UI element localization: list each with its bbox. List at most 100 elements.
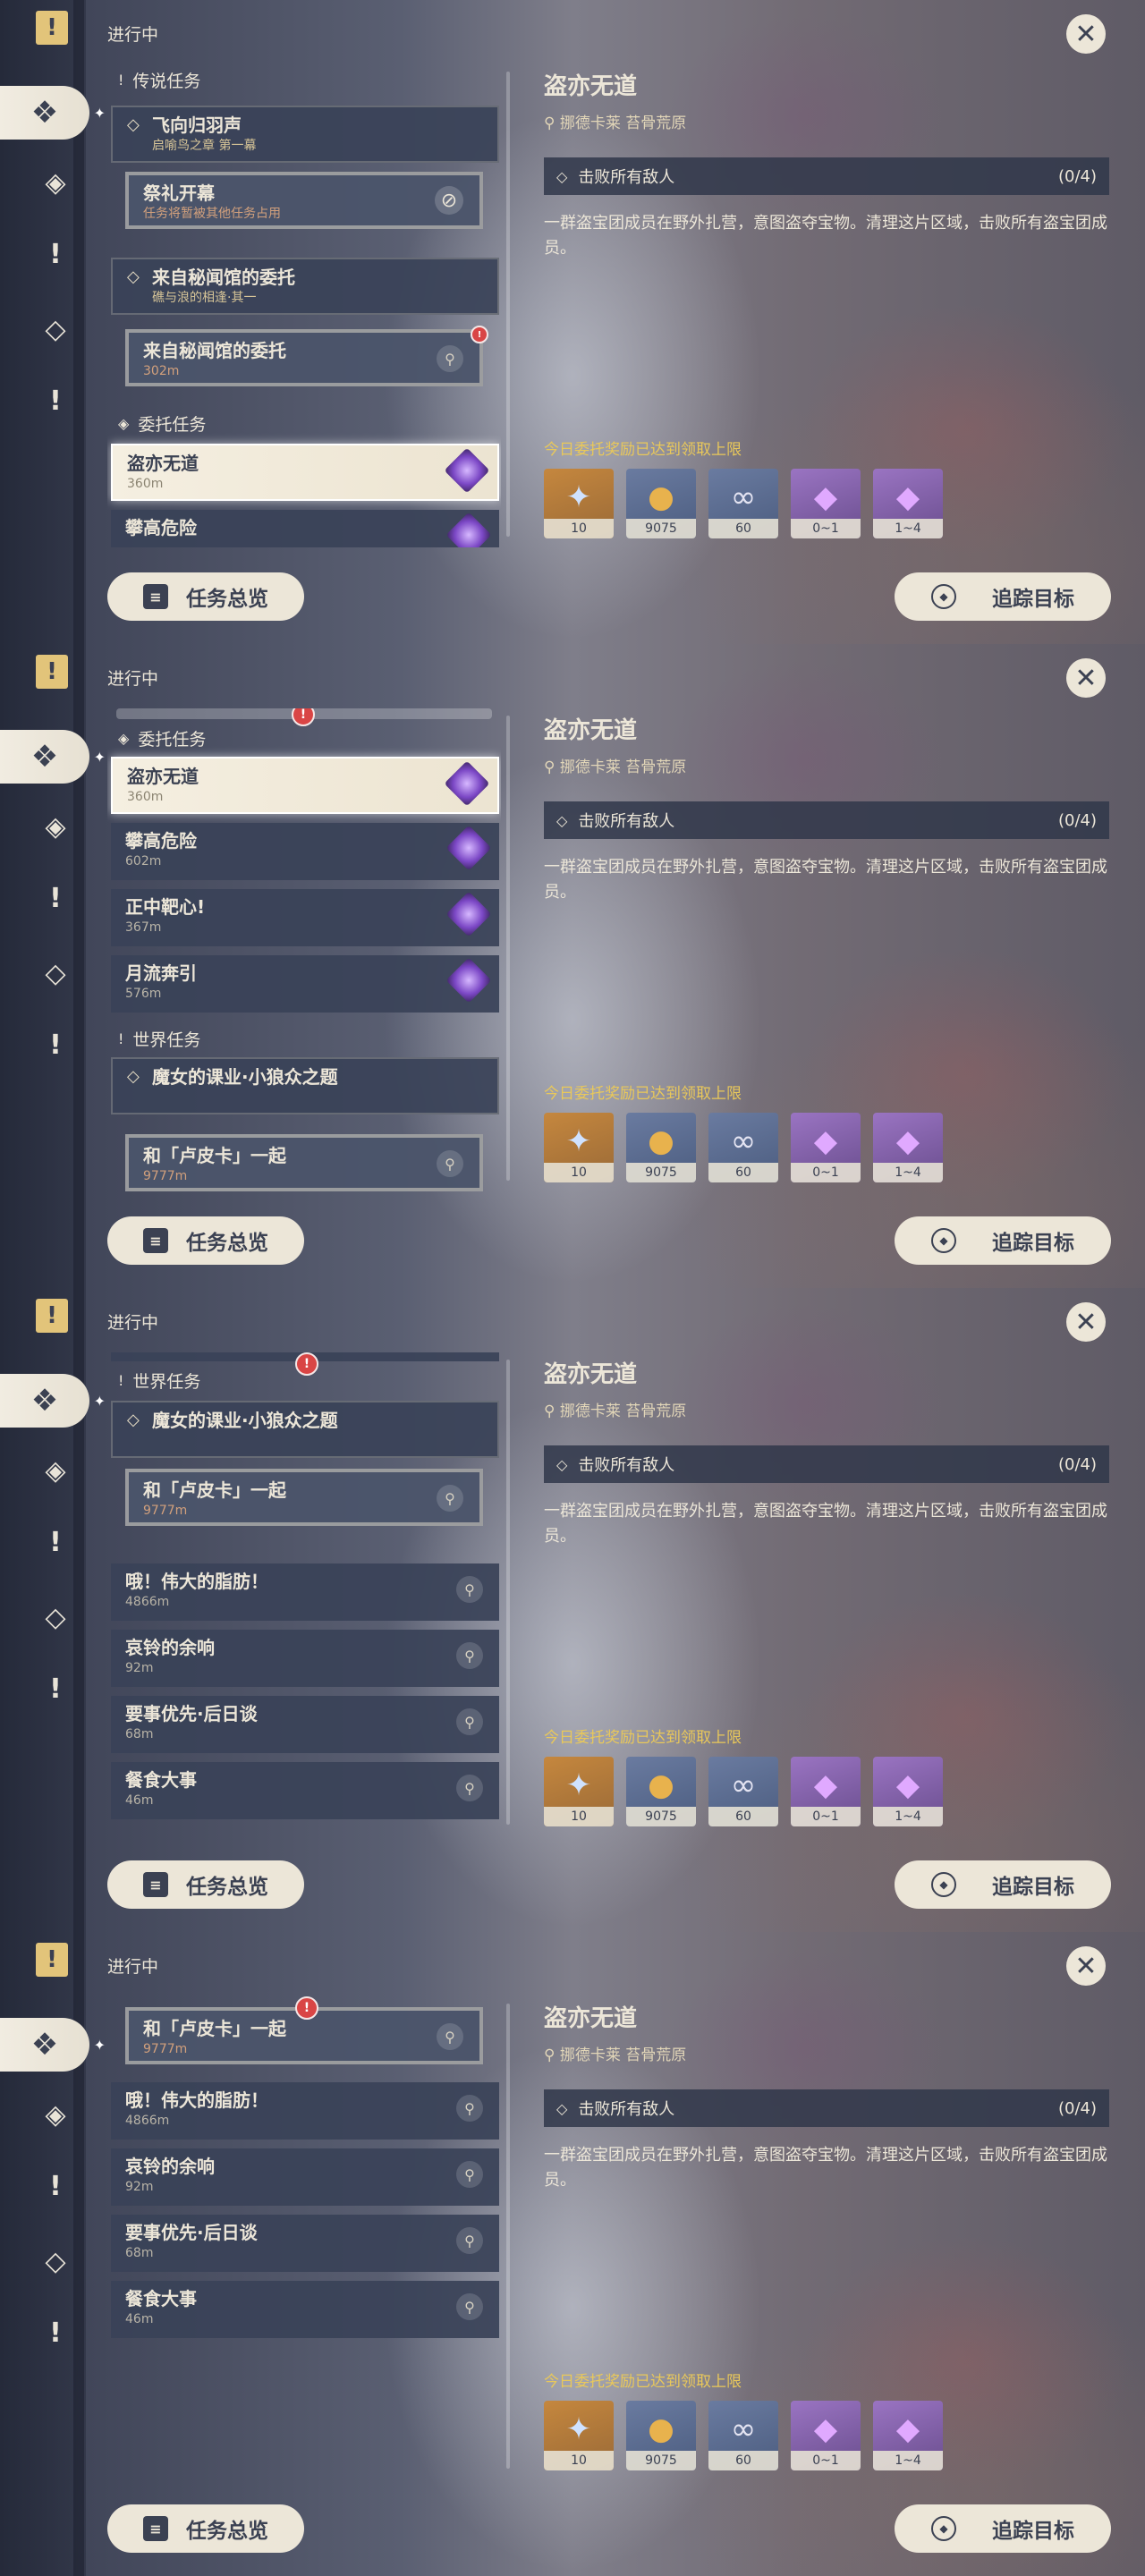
location-pin-icon: ⚲ bbox=[456, 2293, 483, 2320]
tab-world-quests[interactable]: ! bbox=[36, 381, 75, 420]
tab-all-quests[interactable]: ❖ ✦ bbox=[0, 1374, 106, 1428]
tab-story-quests[interactable]: ! bbox=[36, 2166, 75, 2206]
close-icon[interactable]: ✕ bbox=[1066, 1946, 1106, 1986]
quest-item-selected[interactable]: 盗亦无道 360m bbox=[111, 757, 499, 814]
scrollbar[interactable] bbox=[506, 72, 510, 537]
reward-adventure-exp[interactable]: ✦ 10 bbox=[544, 469, 614, 538]
quest-list[interactable]: ! ◈ 委托任务 盗亦无道 360m 攀高危险 602m 正中靶心! 367m 月流奔引… bbox=[107, 708, 501, 1191]
tab-archon-quests[interactable]: ◈ bbox=[36, 1451, 75, 1490]
commission-icon: ◈ bbox=[118, 730, 130, 747]
tab-commission-quests[interactable]: ◇ bbox=[36, 309, 75, 349]
reward-friendship[interactable]: ∞ 60 bbox=[708, 469, 778, 538]
quest-subitem[interactable]: 祭礼开幕 任务将暂被其他任务占用 ⊘ bbox=[125, 172, 483, 229]
tab-story-quests[interactable]: ! bbox=[36, 234, 75, 274]
tab-all-quests[interactable]: ❖ ✦ bbox=[0, 86, 106, 140]
tab-archon-quests[interactable]: ◈ bbox=[36, 807, 75, 846]
reward-mora[interactable]: ● 9075 bbox=[626, 2401, 696, 2470]
quest-item[interactable]: 要事优先·后日谈 68m ⚲ bbox=[111, 1696, 499, 1753]
scrollbar[interactable] bbox=[506, 1360, 510, 1825]
quest-overview-button[interactable]: ≡ 任务总览 bbox=[107, 2504, 304, 2553]
tab-all-quests[interactable]: ❖ ✦ bbox=[0, 2018, 106, 2072]
quest-item[interactable]: 要事优先·后日谈 68m ⚲ bbox=[111, 2215, 499, 2272]
reward-crystal-small[interactable]: ◆ 1~4 bbox=[873, 469, 943, 538]
quest-item[interactable]: 魔女的课业·小狼众之题 bbox=[111, 1401, 499, 1458]
close-icon[interactable]: ✕ bbox=[1066, 14, 1106, 54]
track-target-button[interactable]: ◆ 追踪目标 bbox=[895, 1216, 1111, 1265]
quest-book-icon[interactable]: ! bbox=[36, 1943, 68, 1977]
reward-mora[interactable]: ● 9075 bbox=[626, 469, 696, 538]
track-target-button[interactable]: ◆ 追踪目标 bbox=[895, 572, 1111, 621]
reward-friendship[interactable]: ∞ 60 bbox=[708, 2401, 778, 2470]
tab-commission-quests[interactable]: ◇ bbox=[36, 2241, 75, 2281]
quest-overview-button[interactable]: ≡ 任务总览 bbox=[107, 572, 304, 621]
quest-overview-button[interactable]: ≡ 任务总览 bbox=[107, 1216, 304, 1265]
quest-item[interactable]: 攀高危险 bbox=[111, 510, 499, 547]
quest-item[interactable]: 魔女的课业·小狼众之题 bbox=[111, 1057, 499, 1114]
reward-crystal-small[interactable]: ◆ 1~4 bbox=[873, 1113, 943, 1182]
location-pin-icon: ⚲ bbox=[544, 1402, 560, 1420]
reward-limit-note: 今日委托奖励已达到领取上限 bbox=[544, 2373, 742, 2391]
reward-adventure-exp[interactable]: ✦ 10 bbox=[544, 1113, 614, 1182]
quest-item-selected[interactable]: 盗亦无道 360m bbox=[111, 444, 499, 501]
quest-item[interactable]: 攀高危险 602m bbox=[111, 823, 499, 880]
reward-mora[interactable]: ● 9075 bbox=[626, 1757, 696, 1826]
crystal-icon: ◆ bbox=[813, 1123, 838, 1159]
sparkle-icon: ✦ bbox=[93, 1392, 106, 1410]
reward-crystal-small[interactable]: ◆ 1~4 bbox=[873, 2401, 943, 2470]
quest-book-icon[interactable]: ! bbox=[36, 1299, 68, 1333]
quest-panel-4: ! ❖ ✦ ◈ ! ◇ ! 进行中 ✕ 和「卢皮卡」一起 9777m ⚲ ! 哦！伟… bbox=[0, 1932, 1145, 2576]
tab-world-quests[interactable]: ! bbox=[36, 1669, 75, 1708]
tab-world-quests[interactable]: ! bbox=[36, 1025, 75, 1064]
location-pin-icon: ⚲ bbox=[456, 2161, 483, 2188]
tab-commission-quests[interactable]: ◇ bbox=[36, 1597, 75, 1637]
section-world: ! 世界任务 bbox=[118, 1030, 201, 1050]
quest-list[interactable]: 和「卢皮卡」一起 9777m ⚲ ! 哦！伟大的脂肪！ 4866m ⚲ 哀铃的余响 9… bbox=[107, 1996, 501, 2479]
quest-item[interactable]: 月流奔引 576m bbox=[111, 955, 499, 1013]
tab-world-quests[interactable]: ! bbox=[36, 2313, 75, 2352]
quest-subitem[interactable]: 和「卢皮卡」一起 9777m ⚲ bbox=[125, 1469, 483, 1526]
quest-item[interactable]: 哀铃的余响 92m ⚲ bbox=[111, 1630, 499, 1687]
reward-crystal[interactable]: ◆ 0~1 bbox=[791, 1757, 861, 1826]
quest-overview-button[interactable]: ≡ 任务总览 bbox=[107, 1860, 304, 1909]
tab-story-quests[interactable]: ! bbox=[36, 878, 75, 918]
reward-adventure-exp[interactable]: ✦ 10 bbox=[544, 2401, 614, 2470]
track-target-button[interactable]: ◆ 追踪目标 bbox=[895, 1860, 1111, 1909]
close-icon[interactable]: ✕ bbox=[1066, 1302, 1106, 1342]
quest-list[interactable]: !传说任务 飞向归羽声启喻鸟之章 第一幕 祭礼开幕任务将暂被其他任务占用 ⊘ 来… bbox=[107, 64, 501, 547]
track-target-button[interactable]: ◆ 追踪目标 bbox=[895, 2504, 1111, 2553]
location-pin-icon: ⚲ bbox=[456, 2227, 483, 2254]
quest-subitem[interactable]: 来自秘闻馆的委托 302m ⚲ ! bbox=[125, 326, 488, 386]
quest-item[interactable]: 飞向归羽声启喻鸟之章 第一幕 bbox=[111, 106, 499, 163]
scrollbar[interactable] bbox=[506, 716, 510, 1181]
reward-crystal[interactable]: ◆ 0~1 bbox=[791, 2401, 861, 2470]
reward-crystal[interactable]: ◆ 0~1 bbox=[791, 1113, 861, 1182]
quest-item[interactable]: 正中靶心! 367m bbox=[111, 889, 499, 946]
reward-adventure-exp[interactable]: ✦ 10 bbox=[544, 1757, 614, 1826]
target-icon: ◆ bbox=[931, 1228, 956, 1253]
tab-story-quests[interactable]: ! bbox=[36, 1522, 75, 1562]
reward-crystal[interactable]: ◆ 0~1 bbox=[791, 469, 861, 538]
scrollbar[interactable] bbox=[506, 2004, 510, 2469]
tab-commission-quests[interactable]: ◇ bbox=[36, 953, 75, 993]
quest-item[interactable]: 哦！伟大的脂肪！ 4866m ⚲ bbox=[111, 2082, 499, 2140]
quest-subitem[interactable]: 和「卢皮卡」一起 9777m ⚲ bbox=[125, 1134, 483, 1191]
reward-crystal-small[interactable]: ◆ 1~4 bbox=[873, 1757, 943, 1826]
quest-list[interactable]: 576m ! !世界任务 魔女的课业·小狼众之题 和「卢皮卡」一起9777m ⚲… bbox=[107, 1352, 501, 1835]
quest-item[interactable]: 哀铃的余响 92m ⚲ bbox=[111, 2148, 499, 2206]
reward-mora[interactable]: ● 9075 bbox=[626, 1113, 696, 1182]
location-pin-icon: ⚲ bbox=[437, 2023, 463, 2050]
quest-item[interactable]: 餐食大事 46m ⚲ bbox=[111, 1762, 499, 1819]
quest-item[interactable]: 来自秘闻馆的委托礁与浪的相逢·其一 bbox=[111, 258, 499, 315]
location-pin-icon: ⚲ bbox=[437, 1150, 463, 1177]
reward-friendship[interactable]: ∞ 60 bbox=[708, 1113, 778, 1182]
tab-archon-quests[interactable]: ◈ bbox=[36, 163, 75, 202]
tab-archon-quests[interactable]: ◈ bbox=[36, 2095, 75, 2134]
quest-item[interactable]: 餐食大事 46m ⚲ bbox=[111, 2281, 499, 2338]
quest-book-icon[interactable]: ! bbox=[36, 655, 68, 689]
close-icon[interactable]: ✕ bbox=[1066, 658, 1106, 698]
reward-friendship[interactable]: ∞ 60 bbox=[708, 1757, 778, 1826]
quest-book-icon[interactable]: ! bbox=[36, 11, 68, 45]
tab-all-quests[interactable]: ❖ ✦ bbox=[0, 730, 106, 784]
quest-item[interactable]: 哦！伟大的脂肪！ 4866m ⚲ bbox=[111, 1563, 499, 1621]
quest-detail: 盗亦无道 ⚲ 挪德卡莱 苔骨荒原 ◇ 击败所有敌人 (0/4) 一群盗宝团成员在野外… bbox=[544, 712, 1116, 1182]
